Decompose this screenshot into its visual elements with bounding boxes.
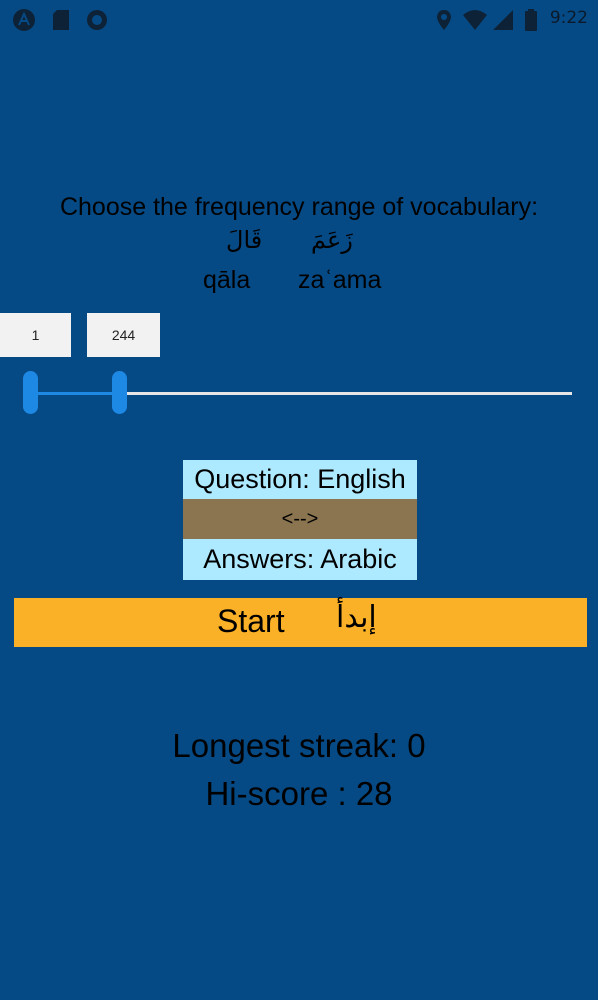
slider-min-handle[interactable] bbox=[23, 371, 38, 414]
slider-max-handle[interactable] bbox=[112, 371, 127, 414]
start-label-arabic: إبدأ bbox=[336, 600, 377, 635]
start-button[interactable]: Start إبدأ bbox=[14, 598, 587, 647]
wifi-icon bbox=[463, 10, 487, 30]
sd-card-icon bbox=[53, 10, 69, 30]
swap-direction-button[interactable]: <--> bbox=[183, 499, 417, 539]
signal-icon bbox=[493, 10, 513, 30]
longest-streak: Longest streak: 0 bbox=[172, 727, 426, 764]
high-word-arabic: زَعَمَ bbox=[311, 226, 353, 254]
range-heading: Choose the frequency range of vocabulary… bbox=[59, 193, 539, 221]
app-logo-icon bbox=[13, 9, 35, 31]
high-word-transliteration: zaʿama bbox=[298, 266, 382, 294]
slider-active-range bbox=[30, 392, 119, 395]
answer-language: Answers: Arabic bbox=[183, 539, 417, 580]
max-range-input[interactable] bbox=[87, 313, 160, 357]
status-time: 9:22 bbox=[549, 8, 588, 28]
low-word-transliteration: qāla bbox=[203, 266, 251, 294]
battery-icon bbox=[525, 9, 537, 31]
question-language: Question: English bbox=[183, 460, 417, 499]
hi-score: Hi-score : 28 bbox=[205, 775, 393, 812]
location-icon bbox=[437, 10, 451, 30]
low-word-arabic: قَالَ bbox=[226, 226, 263, 254]
min-range-input[interactable] bbox=[0, 313, 71, 357]
status-bar: 9:22 bbox=[0, 0, 598, 38]
circle-icon bbox=[87, 10, 107, 30]
start-label-english: Start bbox=[217, 603, 285, 639]
